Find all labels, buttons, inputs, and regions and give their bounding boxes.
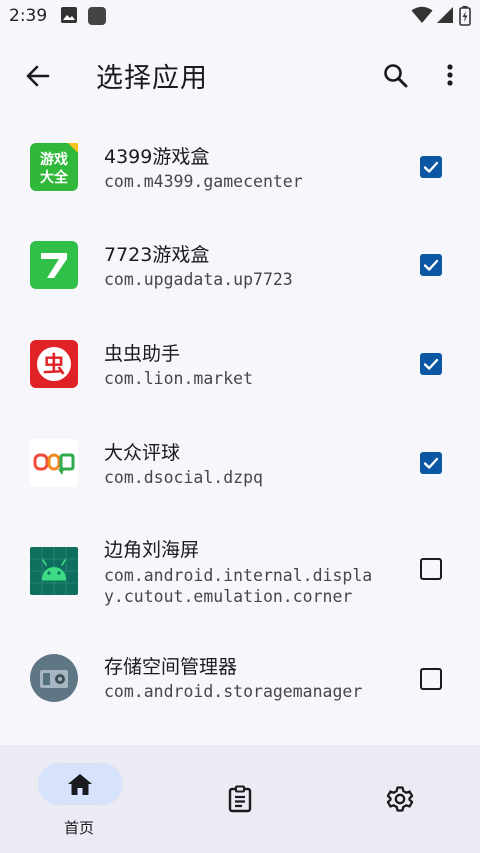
arrow-back-icon [26, 65, 50, 87]
app-name: 大众评球 [104, 442, 181, 464]
more-options-button[interactable] [432, 56, 468, 96]
app-bar: 选择应用 [0, 34, 480, 118]
image-icon [61, 7, 77, 23]
nav-item-log[interactable] [200, 767, 280, 827]
back-button[interactable] [18, 56, 58, 96]
app-checkbox[interactable] [420, 452, 442, 474]
app-square-icon [88, 7, 106, 25]
app-name: 虫虫助手 [104, 343, 181, 365]
list-item[interactable]: 游戏 大全 4399游戏盒 com.m4399.gamecenter [0, 118, 480, 216]
app-name: 边角刘海屏 [104, 539, 200, 561]
signal-icon [437, 7, 453, 23]
page-title: 选择应用 [96, 63, 208, 94]
battery-icon [459, 6, 471, 26]
app-package: com.upgadata.up7723 [104, 270, 293, 289]
app-name: 4399游戏盒 [104, 146, 210, 168]
app-name: 7723游戏盒 [104, 244, 210, 266]
list-item[interactable]: 大众评球 com.dsocial.dzpq [0, 414, 480, 513]
list-item[interactable]: 7723游戏盒 com.upgadata.up7723 [0, 216, 480, 315]
wifi-icon [411, 6, 433, 23]
app-package: com.lion.market [104, 369, 254, 388]
bottom-navigation: 首页 [0, 745, 480, 853]
app-package: com.m4399.gamecenter [104, 172, 303, 191]
settings-icon [386, 786, 414, 812]
list-item[interactable]: 边角刘海屏 com.android.internal.displa y.cuto… [0, 513, 480, 628]
check-icon [423, 457, 439, 469]
list-item[interactable]: 虫 虫虫助手 com.lion.market [0, 315, 480, 414]
status-bar: 2:39 [0, 0, 480, 34]
more-vert-icon [447, 64, 453, 86]
chongchong-icon-text: 虫 [43, 352, 65, 378]
storage-manager-icon [30, 654, 78, 702]
4399-icon: 游戏 大全 [30, 143, 78, 191]
app-checkbox[interactable] [420, 254, 442, 276]
7723-icon [30, 241, 78, 289]
nav-home-label: 首页 [64, 819, 95, 837]
app-package-line-1: com.android.internal.displa [104, 566, 373, 585]
app-package-line-2: y.cutout.emulation.corner [104, 587, 353, 606]
log-icon [228, 785, 252, 813]
app-checkbox[interactable] [420, 156, 442, 178]
app-name: 存储空间管理器 [104, 656, 238, 678]
app-checkbox[interactable] [420, 558, 442, 580]
chongchong-icon: 虫 [30, 340, 78, 388]
list-item[interactable]: 存储空间管理器 com.android.storagemanager [0, 628, 480, 728]
check-icon [423, 161, 439, 173]
app-checkbox[interactable] [420, 668, 442, 690]
status-time: 2:39 [9, 6, 48, 26]
dazhong-icon [30, 439, 78, 487]
4399-icon-text-bottom: 大全 [40, 169, 69, 186]
check-icon [423, 358, 439, 370]
4399-icon-text-top: 游戏 [40, 151, 68, 168]
nav-item-settings[interactable] [360, 767, 440, 827]
search-icon [384, 64, 408, 88]
search-button[interactable] [376, 56, 416, 96]
app-checkbox[interactable] [420, 353, 442, 375]
check-icon [423, 259, 439, 271]
app-package: com.dsocial.dzpq [104, 468, 263, 487]
app-package: com.android.storagemanager [104, 682, 363, 701]
android-icon [30, 547, 78, 595]
home-icon [68, 774, 92, 795]
